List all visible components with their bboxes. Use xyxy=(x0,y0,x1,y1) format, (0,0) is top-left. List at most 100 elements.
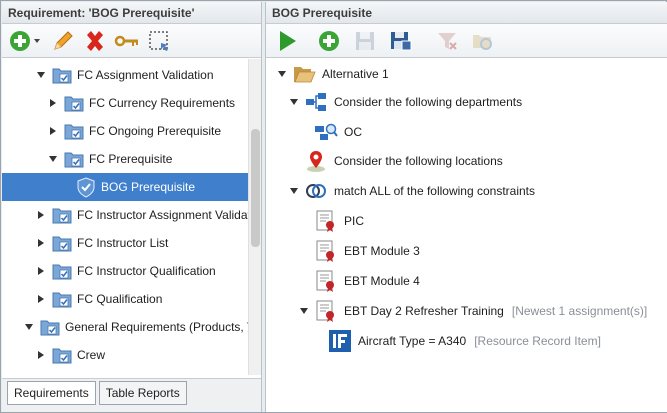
tree-item-label: FC Qualification xyxy=(77,292,163,306)
expand-arrow-icon[interactable] xyxy=(35,349,47,361)
expand-arrow-icon[interactable] xyxy=(35,293,47,305)
tree-item[interactable]: FC Instructor Assignment Validati xyxy=(2,201,248,229)
run-button[interactable] xyxy=(274,28,300,54)
delete-button[interactable] xyxy=(82,28,108,54)
selection-marquee-icon xyxy=(149,30,168,51)
tree-item-label: BOG Prerequisite xyxy=(101,180,196,194)
left-toolbar xyxy=(2,24,261,58)
collapse-arrow-icon[interactable] xyxy=(35,69,47,81)
collapse-arrow-icon[interactable] xyxy=(298,305,310,317)
delete-x-icon xyxy=(87,30,103,51)
requirement-shield-icon xyxy=(77,177,95,198)
edit-button[interactable] xyxy=(50,28,76,54)
tree-item-label: General Requirements (Products, T xyxy=(65,320,248,334)
tree-item[interactable]: FC Ongoing Prerequisite xyxy=(2,117,248,145)
clear-filter-button[interactable] xyxy=(434,28,460,54)
add-dropdown-button[interactable] xyxy=(8,28,44,54)
constraint-tree: Alternative 1 Consider the following dep… xyxy=(266,59,667,409)
tree-item-meta: [Newest 1 assignment(s)] xyxy=(511,304,648,318)
tab-table-reports[interactable]: Table Reports xyxy=(98,381,187,405)
tree-item-label: FC Prerequisite xyxy=(89,152,173,166)
tree-item-label: EBT Day 2 Refresher Training xyxy=(344,304,504,318)
expand-arrow-icon[interactable] xyxy=(35,237,47,249)
tree-item-label: EBT Module 4 xyxy=(344,274,420,288)
requirement-folder-icon xyxy=(52,264,72,280)
tree-item-constraint[interactable]: PIC xyxy=(310,208,364,234)
requirement-folder-icon xyxy=(51,372,73,375)
collapse-arrow-icon[interactable] xyxy=(276,68,288,80)
add-button[interactable] xyxy=(316,28,342,54)
tree-item-label: Alternative 1 xyxy=(322,67,389,81)
requirement-folder-icon xyxy=(52,292,72,308)
application-window: Requirement: 'BOG Prerequisite' FC Assig… xyxy=(0,0,667,413)
tree-item-label: PIC xyxy=(344,214,365,228)
save-button[interactable] xyxy=(352,28,378,54)
tree-item-label: Aircraft Type = A340 xyxy=(358,334,467,348)
tree-item[interactable]: FC Currency Requirements xyxy=(2,89,248,117)
expand-arrow-icon[interactable] xyxy=(35,265,47,277)
tree-item-label: Consider the following locations xyxy=(334,154,503,168)
left-pane-title: Requirement: 'BOG Prerequisite' xyxy=(2,2,261,24)
tree-item[interactable]: FC Qualification xyxy=(2,285,248,313)
folder-refresh-icon xyxy=(473,34,492,50)
certificate-icon xyxy=(316,210,334,232)
tree-item-department-oc[interactable]: OC xyxy=(310,119,362,145)
certificate-icon xyxy=(316,300,334,322)
folder-open-icon xyxy=(294,67,316,83)
tree-item-label: Consider the following departments xyxy=(334,95,523,109)
scrollbar-thumb[interactable] xyxy=(251,129,260,247)
requirement-folder-icon xyxy=(40,320,60,336)
expand-arrow-icon[interactable] xyxy=(35,209,47,221)
collapse-arrow-icon[interactable] xyxy=(47,153,59,165)
tree-item-label: Crew xyxy=(77,348,106,362)
certificate-icon xyxy=(316,240,334,262)
if-condition-icon xyxy=(329,330,351,352)
tree-item-label: FC Currency Requirements xyxy=(89,96,236,110)
expand-arrow-icon[interactable] xyxy=(47,97,59,109)
bottom-tabs: Requirements Table Reports xyxy=(2,378,261,412)
tree-item-partial[interactable] xyxy=(2,369,248,375)
tree-item-condition[interactable]: Aircraft Type = A340 [Resource Record It… xyxy=(324,328,601,354)
refresh-folder-button[interactable] xyxy=(470,28,496,54)
key-icon xyxy=(114,35,138,46)
location-pin-icon xyxy=(307,151,325,172)
requirement-folder-icon xyxy=(64,124,84,140)
tree-item-alternative[interactable]: Alternative 1 xyxy=(276,61,389,87)
department-hierarchy-icon xyxy=(306,93,326,111)
add-icon xyxy=(10,30,40,51)
requirement-detail-pane: BOG Prerequisite Alternative 1 Consider … xyxy=(265,2,667,412)
collapse-arrow-icon[interactable] xyxy=(288,96,300,108)
requirement-folder-icon xyxy=(52,68,72,84)
tree-item-match-all[interactable]: match ALL of the following constraints xyxy=(288,178,535,204)
tree-item-label: FC Assignment Validation xyxy=(77,68,214,82)
tree-item[interactable]: FC Instructor Qualification xyxy=(2,257,248,285)
key-button[interactable] xyxy=(114,28,140,54)
tree-item-locations[interactable]: Consider the following locations xyxy=(300,148,503,174)
tree-item-label: FC Ongoing Prerequisite xyxy=(89,124,222,138)
collapse-arrow-icon[interactable] xyxy=(288,185,300,197)
tree-item-constraint[interactable]: EBT Module 3 xyxy=(310,238,420,264)
tree-item[interactable]: Crew xyxy=(2,341,248,369)
tree-item[interactable]: FC Instructor List xyxy=(2,229,248,257)
tree-item-selected[interactable]: BOG Prerequisite xyxy=(2,173,248,201)
save-as-button[interactable] xyxy=(388,28,414,54)
tree-item-label: FC Instructor Qualification xyxy=(77,264,216,278)
select-region-button[interactable] xyxy=(146,28,172,54)
expand-arrow-icon[interactable] xyxy=(47,125,59,137)
linked-rings-icon xyxy=(306,184,326,198)
right-toolbar xyxy=(266,24,667,58)
tab-requirements[interactable]: Requirements xyxy=(7,381,96,405)
tree-item-label: EBT Module 3 xyxy=(344,244,420,258)
tree-item-departments[interactable]: Consider the following departments xyxy=(288,89,522,115)
filter-remove-icon xyxy=(438,32,457,50)
tree-item[interactable]: FC Prerequisite xyxy=(2,145,248,173)
tree-item[interactable]: FC Assignment Validation xyxy=(2,61,248,89)
tree-item-constraint[interactable]: EBT Module 4 xyxy=(310,268,420,294)
tree-item[interactable]: General Requirements (Products, T xyxy=(2,313,248,341)
collapse-arrow-icon[interactable] xyxy=(23,321,35,333)
requirement-folder-icon xyxy=(52,348,72,364)
requirement-folder-icon xyxy=(64,96,84,112)
tree-item-constraint[interactable]: EBT Day 2 Refresher Training [Newest 1 a… xyxy=(298,298,647,324)
right-pane-title: BOG Prerequisite xyxy=(266,2,667,24)
tree-vertical-scrollbar[interactable] xyxy=(248,59,261,375)
